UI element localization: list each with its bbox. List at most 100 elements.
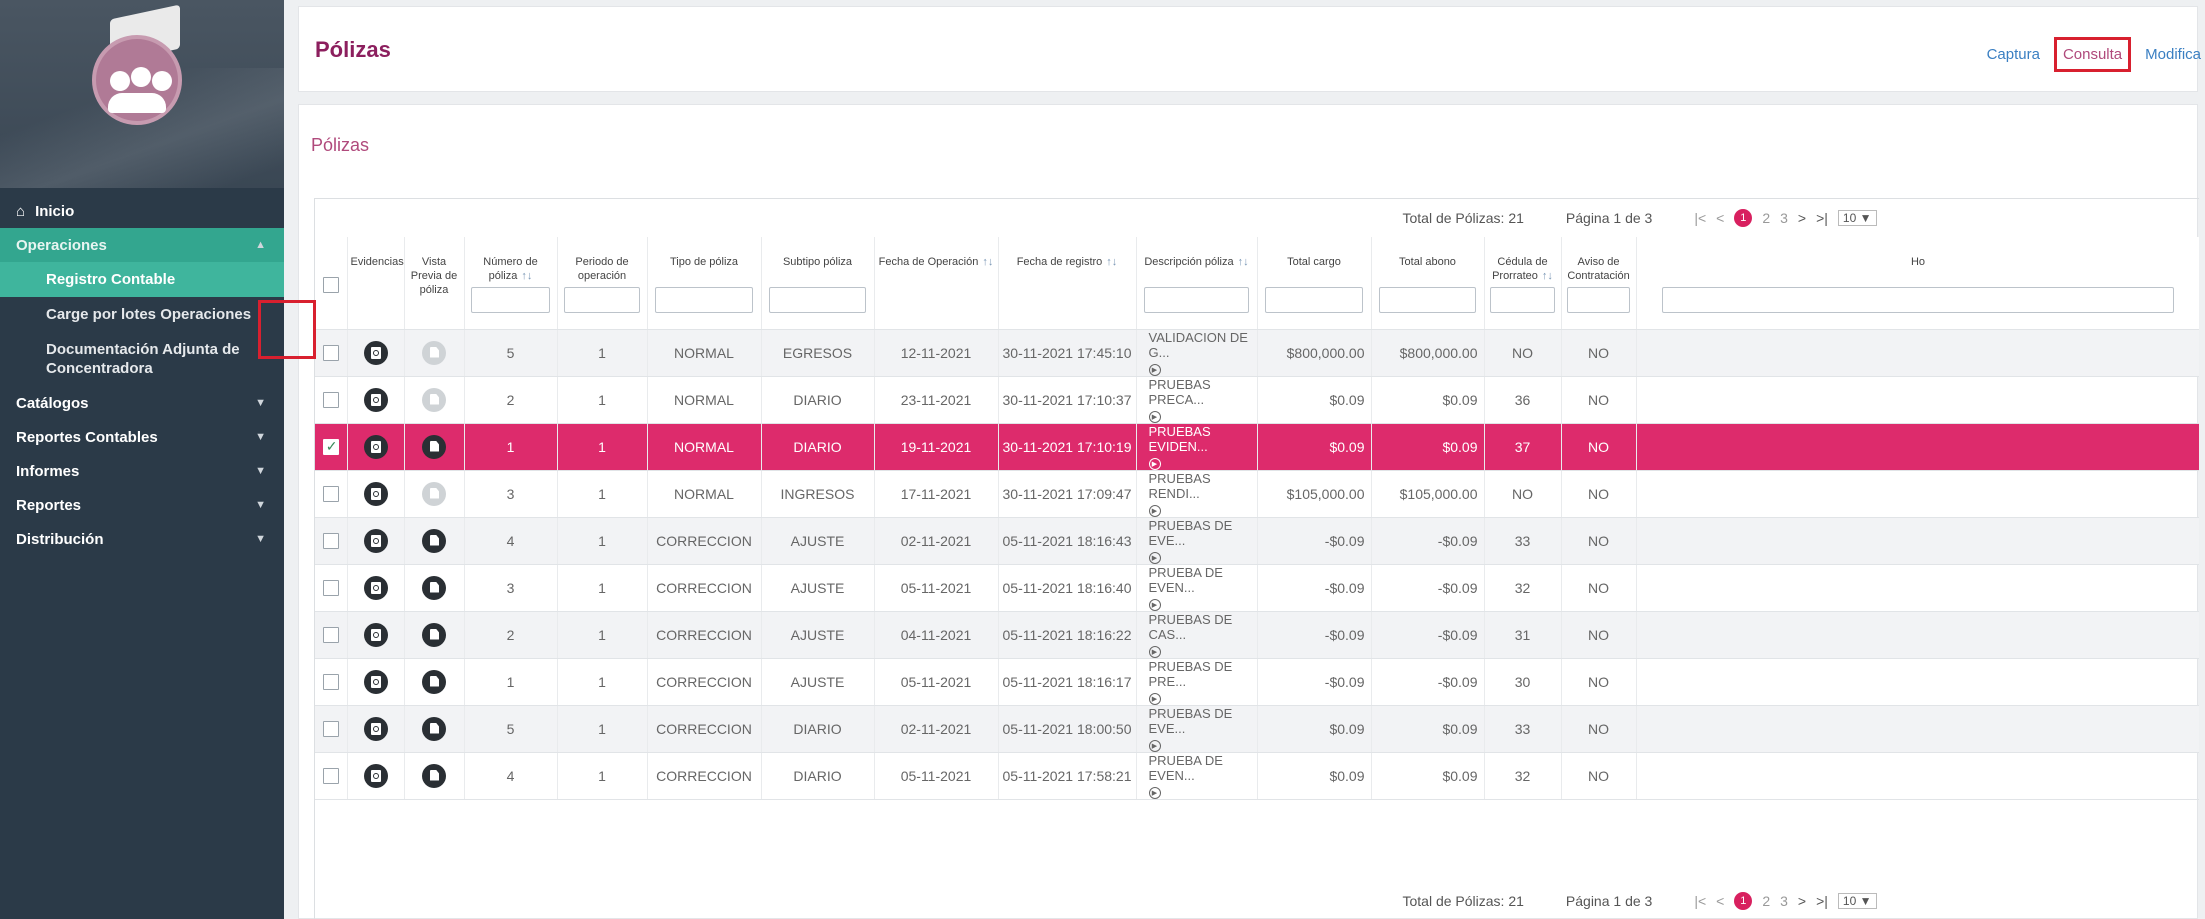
row-checkbox[interactable] xyxy=(322,438,339,456)
page-size-select[interactable]: 10 ▼ xyxy=(1837,893,1877,909)
select-all-checkbox[interactable] xyxy=(322,277,339,293)
document-preview-icon[interactable] xyxy=(422,622,446,647)
column-header-label: Fecha de registro ↑↓ xyxy=(1016,256,1118,268)
row-checkbox[interactable] xyxy=(322,768,339,785)
table-row[interactable]: 2 1 CORRECCION AJUSTE 04-11-2021 05-11-2021 1… xyxy=(315,611,2199,659)
sort-icon[interactable]: ↑↓ xyxy=(521,270,532,282)
row-checkbox[interactable] xyxy=(322,392,339,409)
last-page-button[interactable]: >| xyxy=(1816,893,1828,909)
document-preview-icon[interactable] xyxy=(422,434,446,459)
table-row[interactable]: 5 1 NORMAL EGRESOS 12-11-2021 30-11-2021 17:4… xyxy=(315,329,2199,377)
row-checkbox[interactable] xyxy=(322,674,339,691)
evidence-search-icon[interactable] xyxy=(363,622,388,647)
sidebar-item-documentacion-adjunta[interactable]: Documentación Adjunta de Concentradora xyxy=(0,332,284,386)
play-circle-icon[interactable]: ▶ xyxy=(1148,598,1161,611)
play-circle-icon[interactable]: ▶ xyxy=(1148,551,1161,564)
sidebar-item-carge-por-lotes[interactable]: Carge por lotes Operaciones xyxy=(0,297,284,332)
next-page-button[interactable]: > xyxy=(1798,893,1806,909)
page-2-button[interactable]: 2 xyxy=(1762,210,1770,226)
consulta-link[interactable]: Consulta xyxy=(2053,37,2132,72)
sort-icon[interactable]: ↑↓ xyxy=(1106,256,1117,268)
page-1-button[interactable]: 1 xyxy=(1734,209,1753,227)
play-circle-icon[interactable]: ▶ xyxy=(1148,692,1161,705)
play-circle-icon[interactable]: ▶ xyxy=(1148,786,1161,799)
column-header[interactable]: Número de póliza ↑↓ xyxy=(464,237,558,330)
column-filter-input[interactable] xyxy=(1490,287,1555,313)
sidebar-item-registro-contable[interactable]: Registro Contable xyxy=(0,262,284,297)
column-filter-input[interactable] xyxy=(1264,287,1364,313)
row-checkbox[interactable] xyxy=(322,533,339,550)
document-preview-icon[interactable] xyxy=(422,716,446,741)
row-checkbox[interactable] xyxy=(322,345,339,362)
table-row[interactable]: 5 1 CORRECCION DIARIO 02-11-2021 05-11-2021 1… xyxy=(315,705,2199,753)
last-page-button[interactable]: >| xyxy=(1816,210,1828,226)
row-checkbox[interactable] xyxy=(322,486,339,503)
captura-link[interactable]: Captura xyxy=(1987,46,2040,63)
sort-icon[interactable]: ↑↓ xyxy=(982,256,993,268)
evidence-search-icon[interactable] xyxy=(363,716,388,741)
table-row[interactable]: 11NORMALDIARIO19-11-202130-11-2021 17:10… xyxy=(315,423,2199,471)
document-preview-icon[interactable] xyxy=(422,669,446,694)
table-row[interactable]: 3 1 NORMAL INGRESOS 17-11-2021 30-11-2021 17:… xyxy=(315,470,2199,518)
column-header[interactable]: Cédula de Prorrateo ↑↓ xyxy=(1484,237,1562,330)
document-preview-icon[interactable] xyxy=(422,575,446,600)
play-circle-icon[interactable]: ▶ xyxy=(1148,504,1161,517)
sidebar-item-operaciones[interactable]: Operaciones ▲ xyxy=(0,228,284,262)
next-page-button[interactable]: > xyxy=(1798,210,1806,226)
column-header[interactable]: Descripción póliza ↑↓ xyxy=(1136,237,1258,330)
play-circle-icon[interactable]: ▶ xyxy=(1148,739,1161,752)
column-filter-input[interactable] xyxy=(1144,287,1249,313)
page-3-button[interactable]: 3 xyxy=(1780,210,1788,226)
row-checkbox[interactable] xyxy=(322,580,339,597)
sidebar-item-reportes[interactable]: Reportes ▼ xyxy=(0,488,284,522)
prev-page-button[interactable]: < xyxy=(1716,893,1724,909)
first-page-button[interactable]: |< xyxy=(1694,893,1706,909)
cell-tipo: CORRECCION xyxy=(647,658,762,706)
sort-icon[interactable]: ↑↓ xyxy=(1542,270,1553,282)
document-preview-icon[interactable] xyxy=(422,763,446,788)
column-filter-input[interactable] xyxy=(470,287,551,313)
table-row[interactable]: 3 1 CORRECCION AJUSTE 05-11-2021 05-11-2021 1… xyxy=(315,564,2199,612)
page-1-button[interactable]: 1 xyxy=(1734,892,1753,910)
page-3-button[interactable]: 3 xyxy=(1780,893,1788,909)
page-2-button[interactable]: 2 xyxy=(1762,893,1770,909)
evidence-search-icon[interactable] xyxy=(363,434,388,459)
evidence-search-icon[interactable] xyxy=(363,763,388,788)
sidebar-item-catalogos[interactable]: Catálogos ▼ xyxy=(0,386,284,420)
document-preview-icon[interactable] xyxy=(422,528,446,553)
play-circle-icon[interactable]: ▶ xyxy=(1148,410,1161,423)
page-label: Página 1 de 3 xyxy=(1565,210,1653,226)
column-filter-input[interactable] xyxy=(1378,287,1477,313)
modifica-link[interactable]: Modifica xyxy=(2145,46,2201,63)
table-row[interactable]: 4 1 CORRECCION DIARIO 05-11-2021 05-11-2021 1… xyxy=(315,752,2199,800)
column-filter-input[interactable] xyxy=(654,287,754,313)
sidebar-item-inicio[interactable]: ⌂ Inicio xyxy=(0,194,284,228)
evidence-search-icon[interactable] xyxy=(363,528,388,553)
sidebar-item-distribucion[interactable]: Distribución ▼ xyxy=(0,522,284,556)
column-filter-input[interactable] xyxy=(1661,287,2175,313)
play-circle-icon[interactable]: ▶ xyxy=(1148,363,1161,376)
first-page-button[interactable]: |< xyxy=(1694,210,1706,226)
evidence-search-icon[interactable] xyxy=(363,340,388,365)
table-row[interactable]: 1 1 CORRECCION AJUSTE 05-11-2021 05-11-2021 1… xyxy=(315,658,2199,706)
play-circle-icon[interactable]: ▶ xyxy=(1148,457,1161,470)
table-row[interactable]: 2 1 NORMAL DIARIO 23-11-2021 30-11-2021 17:10… xyxy=(315,376,2199,424)
column-header[interactable]: Fecha de registro ↑↓ xyxy=(998,237,1137,330)
evidence-search-icon[interactable] xyxy=(363,575,388,600)
sidebar-item-informes[interactable]: Informes ▼ xyxy=(0,454,284,488)
column-header[interactable]: Fecha de Operación ↑↓ xyxy=(874,237,999,330)
evidence-search-icon[interactable] xyxy=(363,387,388,412)
column-filter-input[interactable] xyxy=(1567,287,1630,313)
column-filter-input[interactable] xyxy=(563,287,641,313)
play-circle-icon[interactable]: ▶ xyxy=(1148,645,1161,658)
evidence-search-icon[interactable] xyxy=(363,669,388,694)
row-checkbox[interactable] xyxy=(322,721,339,738)
evidence-search-icon[interactable] xyxy=(363,481,388,506)
column-filter-input[interactable] xyxy=(768,287,867,313)
sidebar-item-reportes-contables[interactable]: Reportes Contables ▼ xyxy=(0,420,284,454)
page-size-select[interactable]: 10 ▼ xyxy=(1837,210,1877,226)
prev-page-button[interactable]: < xyxy=(1716,210,1724,226)
table-row[interactable]: 4 1 CORRECCION AJUSTE 02-11-2021 05-11-2021 1… xyxy=(315,517,2199,565)
sort-icon[interactable]: ↑↓ xyxy=(1238,256,1249,268)
row-checkbox[interactable] xyxy=(322,627,339,644)
